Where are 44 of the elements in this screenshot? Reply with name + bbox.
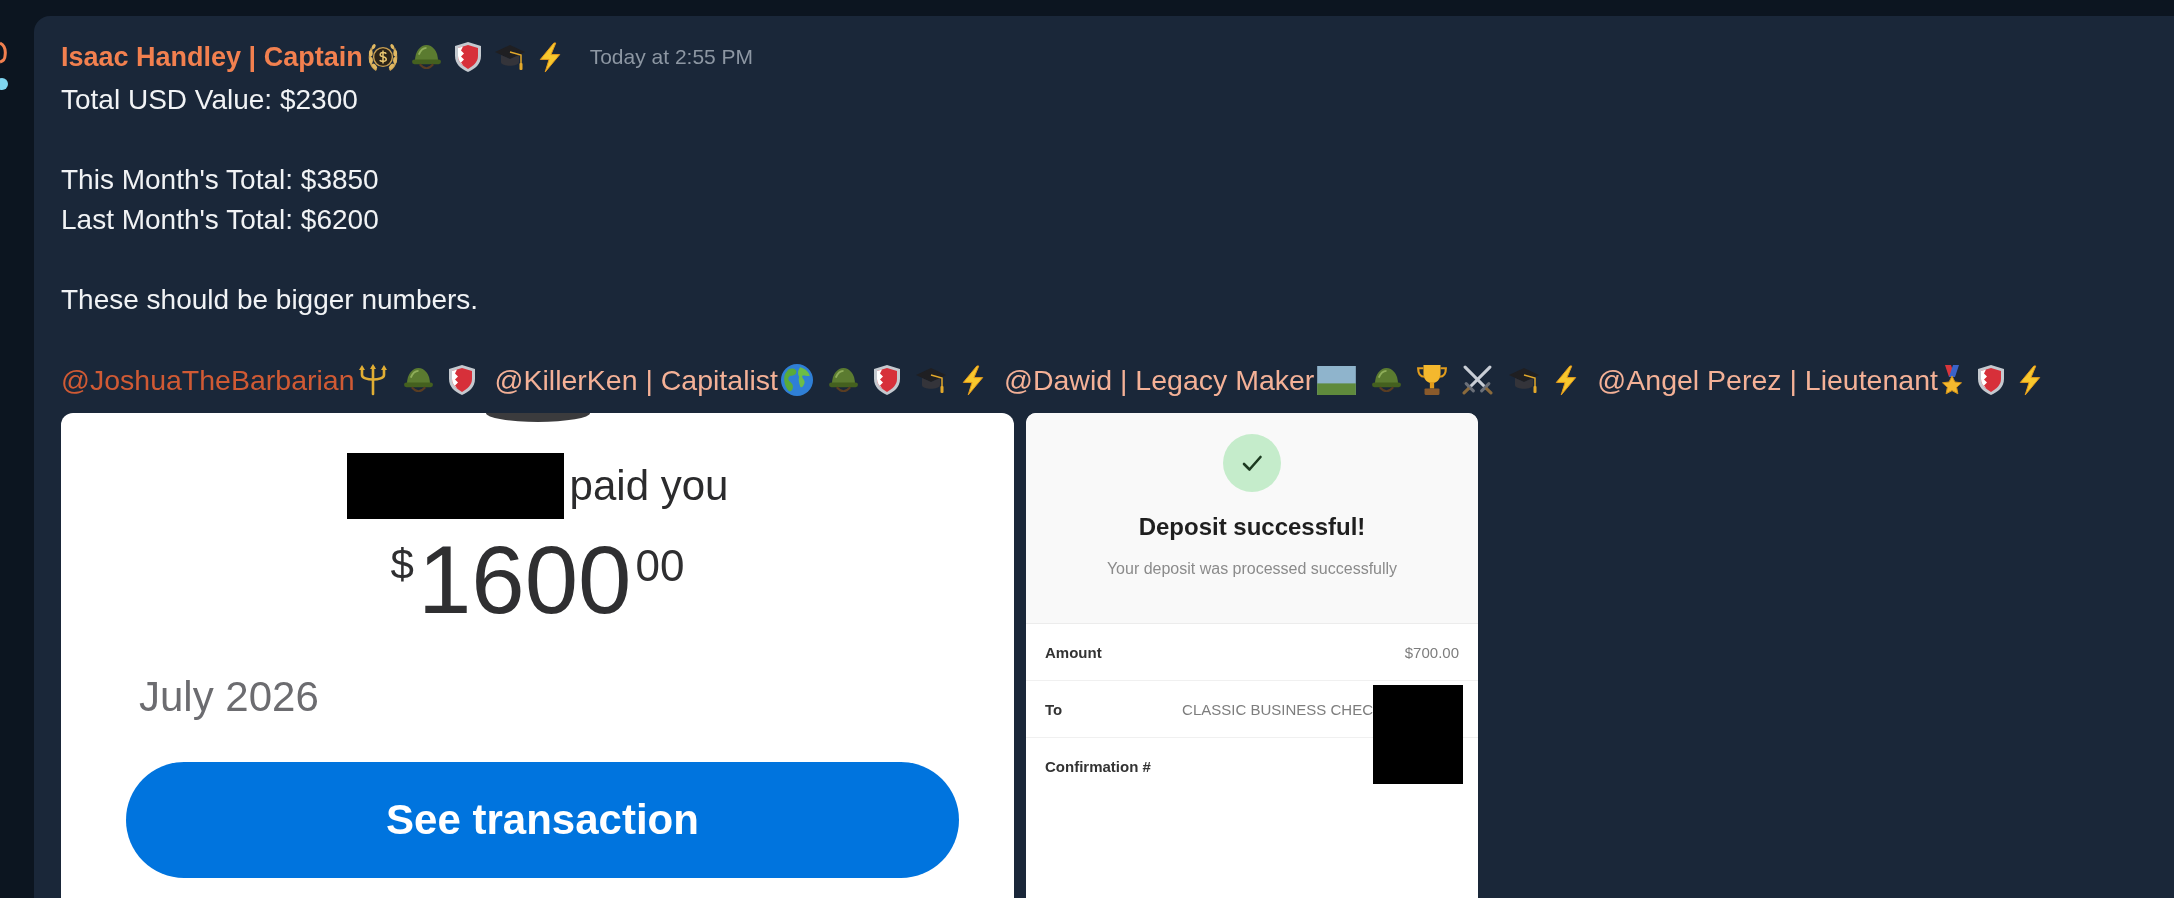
trident-icon — [357, 364, 388, 396]
transaction-button[interactable]: See transaction — [126, 762, 959, 878]
dollar-wreath-icon — [367, 42, 398, 72]
graduation-cap-icon — [1508, 366, 1541, 394]
lightning-icon — [962, 364, 984, 396]
user-mention[interactable]: @KillerKen | Capitalist — [494, 363, 778, 397]
shield-icon — [1977, 365, 2004, 395]
user-mention[interactable]: @Angel Perez | Lieutenant — [1597, 363, 1938, 397]
globe-icon — [781, 364, 813, 396]
user-mention[interactable]: @JoshuaTheBarbarian — [61, 363, 355, 397]
author-name[interactable]: Isaac Handley | Captain — [61, 41, 363, 73]
graduation-cap-icon — [915, 366, 947, 394]
lightning-icon — [2018, 364, 2041, 396]
helmet-icon — [410, 43, 442, 71]
detail-value: $700.00 — [1404, 643, 1459, 661]
payment-status-text: paid you — [569, 465, 729, 507]
message-text: Total USD Value: $2300 — [61, 83, 358, 117]
photo-placeholder — [1317, 365, 1357, 395]
lightning-icon — [1555, 364, 1578, 396]
helmet-icon — [402, 366, 434, 394]
helmet-icon — [1371, 366, 1403, 394]
detail-value: CLASSIC BUSINESS CHEC — [1182, 700, 1373, 718]
medal-icon — [1940, 364, 1963, 396]
check-icon — [1223, 434, 1281, 492]
avatar-drawing — [0, 40, 8, 92]
payment-date: July 2026 — [139, 676, 319, 718]
graduation-cap-icon — [493, 43, 526, 71]
trophy-icon — [1417, 364, 1448, 396]
deposit-subtitle: Your deposit was processed successfully — [1106, 559, 1398, 579]
detail-label: Confirmation # — [1045, 757, 1151, 775]
shield-icon — [454, 42, 481, 72]
user-mention[interactable]: @Dawid | Legacy Maker — [1004, 363, 1315, 397]
crossed-swords-icon — [1462, 365, 1494, 395]
message-text: Last Month's Total: $6200 — [61, 203, 379, 237]
deposit-title: Deposit successful! — [1138, 512, 1366, 542]
message-text: These should be bigger numbers. — [61, 283, 479, 317]
detail-label: Amount — [1045, 643, 1102, 661]
helmet-icon — [828, 366, 859, 394]
message-text: This Month's Total: $3850 — [61, 163, 379, 197]
shield-icon — [448, 365, 475, 395]
lightning-icon — [538, 41, 561, 73]
message-timestamp: Today at 2:55 PM — [589, 45, 754, 69]
shield-icon — [874, 365, 900, 395]
detail-label: To — [1045, 700, 1063, 718]
